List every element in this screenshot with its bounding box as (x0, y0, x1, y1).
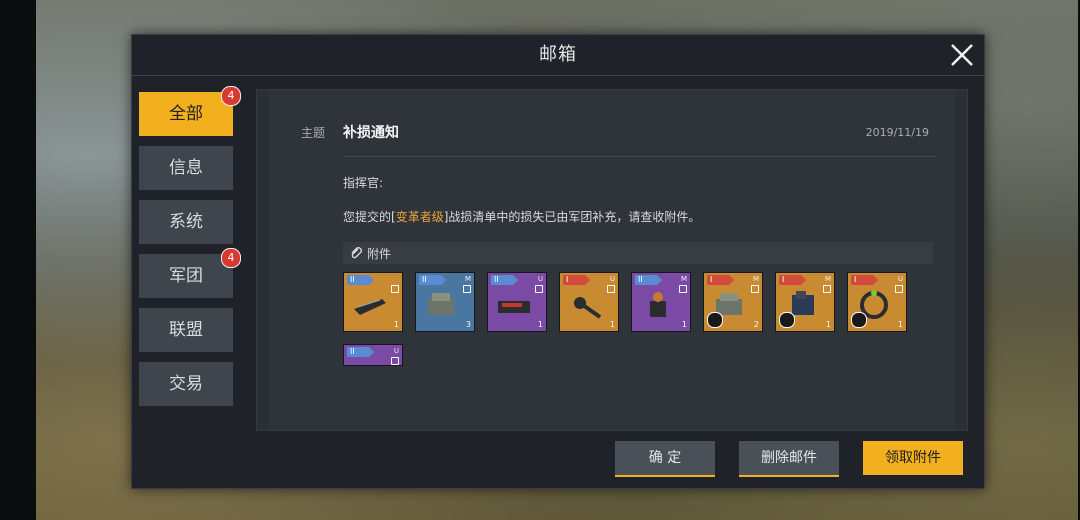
tab-trade-label: 交易 (169, 374, 203, 394)
module-symbol-icon (707, 312, 723, 328)
attachment-grid: II 1 II M 3 II U 1 I U 1 II M 1 I M 2 I M 1 I U 1 II U (343, 272, 943, 372)
lock-icon (679, 285, 687, 293)
equipment-icon (650, 292, 666, 317)
tier-tag: II (347, 275, 374, 285)
tier-tag: II (347, 347, 374, 357)
mail-date: 2019/11/19 (865, 126, 929, 139)
item-quantity: 3 (465, 320, 471, 329)
attachment-item[interactable]: I U 1 (847, 272, 907, 332)
lock-icon (463, 285, 471, 293)
attachment-item[interactable]: II U (343, 344, 403, 366)
tier-tag: I (851, 275, 878, 285)
subject-label: 主题 (301, 126, 326, 140)
attachment-item[interactable]: II 1 (343, 272, 403, 332)
lock-icon (607, 285, 615, 293)
tab-legion[interactable]: 军团 4 (139, 248, 241, 298)
title-bar: 邮箱 (132, 35, 984, 76)
mail-content[interactable]: 主题 补损通知 2019/11/19 指挥官: 您提交的[变革者级]战损清单中的… (269, 90, 955, 430)
mailbox-dialog: 邮箱 全部 4 信息 系统 军团 4 联盟 交易 主题 补损通知 2019/11… (131, 34, 985, 489)
mail-category-tabs: 全部 4 信息 系统 军团 4 联盟 交易 (139, 86, 241, 416)
tier-tag: I (563, 275, 590, 285)
divider (343, 156, 937, 157)
close-button[interactable] (946, 39, 978, 71)
tab-messages-label: 信息 (169, 158, 203, 178)
equipment-icon (352, 359, 388, 366)
lock-icon (895, 285, 903, 293)
paperclip-icon (351, 247, 362, 259)
screen-edge-left (0, 0, 36, 520)
item-quantity: 1 (537, 320, 543, 329)
item-class: U (393, 347, 399, 355)
item-quantity: 1 (393, 320, 399, 329)
item-quantity: 1 (681, 320, 687, 329)
lock-icon (391, 357, 399, 365)
item-quantity: 1 (825, 320, 831, 329)
equipment-icon (354, 299, 386, 315)
tier-tag: I (779, 275, 806, 285)
mail-body-suffix: ]战损清单中的损失已由军团补充，请查收附件。 (443, 210, 701, 224)
mail-body: 您提交的[变革者级]战损清单中的损失已由军团补充，请查收附件。 (343, 208, 700, 225)
lock-icon (391, 285, 399, 293)
item-class: M (752, 275, 759, 283)
attachment-item[interactable]: II M 3 (415, 272, 475, 332)
tab-system[interactable]: 系统 (139, 200, 233, 244)
item-class: M (680, 275, 687, 283)
tab-all-label: 全部 (169, 104, 203, 124)
tier-tag: II (419, 275, 446, 285)
lock-icon (535, 285, 543, 293)
mail-detail-panel: 主题 补损通知 2019/11/19 指挥官: 您提交的[变革者级]战损清单中的… (256, 89, 968, 431)
attachments-header: 附件 (343, 242, 933, 264)
item-quantity: 1 (609, 320, 615, 329)
item-class: M (824, 275, 831, 283)
confirm-button[interactable]: 确 定 (615, 441, 715, 477)
module-symbol-icon (779, 312, 795, 328)
equipment-icon (498, 301, 530, 313)
attachment-item[interactable]: I M 1 (775, 272, 835, 332)
item-class: M (464, 275, 471, 283)
mail-greeting: 指挥官: (343, 176, 384, 190)
delete-mail-button[interactable]: 删除邮件 (739, 441, 839, 477)
item-class: U (609, 275, 615, 283)
attachments-label: 附件 (367, 247, 392, 261)
item-class: U (897, 275, 903, 283)
tab-alliance-label: 联盟 (169, 320, 203, 340)
tier-tag: I (707, 275, 734, 285)
tab-all-badge: 4 (221, 86, 241, 106)
attachment-item[interactable]: II M 1 (631, 272, 691, 332)
module-symbol-icon (851, 312, 867, 328)
mail-subject: 补损通知 (343, 125, 399, 141)
lock-icon (823, 285, 831, 293)
tab-trade[interactable]: 交易 (139, 362, 233, 406)
tab-legion-badge: 4 (221, 248, 241, 268)
dialog-title: 邮箱 (539, 44, 577, 65)
tab-messages[interactable]: 信息 (139, 146, 233, 190)
tier-tag: II (635, 275, 662, 285)
attachment-item[interactable]: II U 1 (487, 272, 547, 332)
tier-tag: II (491, 275, 518, 285)
item-quantity: 1 (897, 320, 903, 329)
claim-attachments-button[interactable]: 领取附件 (863, 441, 963, 475)
item-quantity: 2 (753, 320, 759, 329)
attachment-item[interactable]: I M 2 (703, 272, 763, 332)
ship-name-highlight: 变革者级 (395, 210, 444, 224)
lock-icon (751, 285, 759, 293)
tab-system-label: 系统 (169, 212, 203, 232)
tab-alliance[interactable]: 联盟 (139, 308, 233, 352)
item-class: U (537, 275, 543, 283)
tab-legion-label: 军团 (169, 266, 203, 286)
mail-body-prefix: 您提交的[ (343, 210, 396, 224)
close-icon (951, 44, 973, 66)
tab-all[interactable]: 全部 4 (139, 86, 241, 136)
attachment-item[interactable]: I U 1 (559, 272, 619, 332)
equipment-icon (428, 293, 454, 315)
equipment-icon (574, 297, 602, 319)
